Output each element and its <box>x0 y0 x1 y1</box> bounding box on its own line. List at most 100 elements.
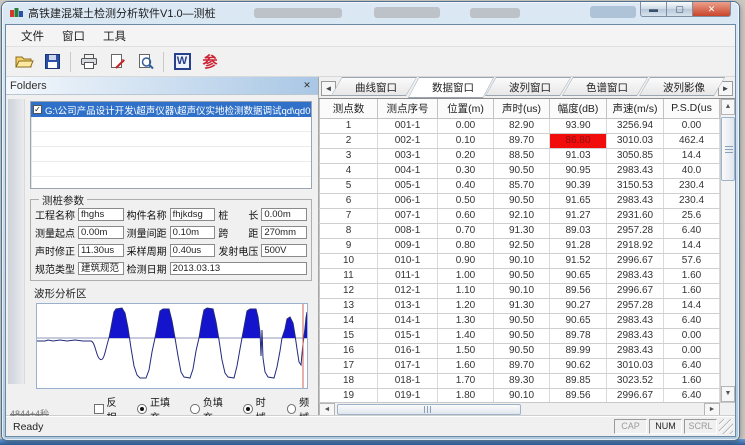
scroll-down-arrow[interactable]: ▼ <box>721 386 735 402</box>
table-row[interactable]: 10010-10.9090.1091.522996.6757.6 <box>320 253 720 268</box>
menu-item-tools[interactable]: 工具 <box>94 26 135 46</box>
table-cell: 14.4 <box>664 148 720 163</box>
time-correction-input[interactable]: 11.30us <box>78 244 124 257</box>
table-row[interactable]: 16016-11.5090.5089.992983.430.00 <box>320 343 720 358</box>
fill-positive-control[interactable]: 正填充 <box>137 394 178 416</box>
title-bar[interactable]: 高铁建混凝土检测分析软件V1.0—测桩 ▬ ▢ ✕ <box>2 2 739 23</box>
vertical-scrollbar[interactable]: ▲ ▼ <box>720 99 735 402</box>
table-header-cell[interactable]: 测点数 <box>320 99 378 118</box>
table-header-cell[interactable]: 声速(m/s) <box>607 99 664 118</box>
waveform-plot[interactable] <box>36 303 308 389</box>
table-row[interactable]: 12012-11.1090.1089.562996.671.60 <box>320 283 720 298</box>
table-cell: 6 <box>320 193 378 208</box>
scroll-up-arrow[interactable]: ▲ <box>721 99 735 115</box>
print-button[interactable] <box>75 50 103 74</box>
menu-item-window[interactable]: 窗口 <box>53 26 94 46</box>
time-domain-radio[interactable] <box>243 404 253 414</box>
horizontal-scroll-thumb[interactable] <box>337 404 521 415</box>
maximize-button[interactable]: ▢ <box>667 2 693 17</box>
tab-curve-window[interactable]: 曲线窗口 <box>331 77 417 96</box>
table-row[interactable]: 13013-11.2091.3090.272957.2814.4 <box>320 298 720 313</box>
table-header-cell[interactable]: 幅度(dB) <box>550 99 607 118</box>
table-row[interactable]: 9009-10.8092.5091.282918.9214.4 <box>320 238 720 253</box>
table-cell: 3 <box>320 148 378 163</box>
minimize-button[interactable]: ▬ <box>640 2 667 17</box>
menu-item-file[interactable]: 文件 <box>12 26 53 46</box>
component-name-label: 构件名称 <box>127 207 167 222</box>
invert-checkbox[interactable] <box>94 404 104 414</box>
measure-start-input[interactable]: 0.00m <box>78 226 124 239</box>
scroll-left-arrow[interactable]: ◄ <box>319 403 335 416</box>
fill-negative-control[interactable]: 负填充 <box>190 394 231 416</box>
span-input[interactable]: 270mm <box>261 226 307 239</box>
table-row[interactable]: 6006-10.5090.5091.652983.43230.4 <box>320 193 720 208</box>
time-domain-control[interactable]: 时域 <box>243 394 274 416</box>
standard-type-input[interactable]: 建筑规范 <box>78 262 124 275</box>
component-name-input[interactable]: fhjkdsg <box>170 208 216 221</box>
table-row[interactable]: 2002-10.1089.7086.803010.03462.4 <box>320 133 720 148</box>
table-row[interactable]: 17017-11.6089.7090.623010.036.40 <box>320 358 720 373</box>
measure-interval-input[interactable]: 0.10m <box>170 226 216 239</box>
table-row[interactable]: 15015-11.4090.5089.782983.430.00 <box>320 328 720 343</box>
pile-parameters-group: 测桩参数 工程名称 fhghs 构件名称 fhjkdsg 桩 长 0.00m 测… <box>30 199 312 281</box>
tab-data-window[interactable]: 数据窗口 <box>408 77 494 98</box>
table-row[interactable]: 3003-10.2088.5091.033050.8514.4 <box>320 148 720 163</box>
horizontal-scrollbar[interactable]: ◄ ► <box>319 402 735 416</box>
fill-positive-radio[interactable] <box>137 404 147 414</box>
table-cell: 2957.28 <box>607 223 664 238</box>
export-word-button[interactable]: W <box>168 50 196 74</box>
panel-close-icon[interactable]: ✕ <box>300 79 314 92</box>
test-date-label: 检测日期 <box>127 261 167 276</box>
close-button[interactable]: ✕ <box>693 2 731 17</box>
table-row[interactable]: 4004-10.3090.5090.952983.4340.0 <box>320 163 720 178</box>
save-floppy-icon <box>44 53 61 70</box>
table-cell: 0.10 <box>438 133 494 148</box>
table-row[interactable]: 18018-11.7089.3089.853023.521.60 <box>320 373 720 388</box>
parameters-button[interactable]: 参 <box>196 50 224 74</box>
table-cell: 10 <box>320 253 378 268</box>
voltage-input[interactable]: 500V <box>261 244 307 257</box>
scroll-track[interactable] <box>523 403 705 416</box>
freq-domain-radio[interactable] <box>287 404 297 414</box>
pile-length-input[interactable]: 0.00m <box>261 208 307 221</box>
table-row[interactable]: 8008-10.7091.3089.032957.286.40 <box>320 223 720 238</box>
table-cell: 91.28 <box>550 238 607 253</box>
invert-control[interactable]: 反相 <box>94 394 125 416</box>
table-header-cell[interactable]: 测点序号 <box>378 99 438 118</box>
print-preview-button[interactable] <box>131 50 159 74</box>
tab-bar: ◄ 曲线窗口 数据窗口 波列窗口 <box>319 77 735 99</box>
sample-period-input[interactable]: 0.40us <box>170 244 216 257</box>
save-button[interactable] <box>38 50 66 74</box>
folder-checkbox[interactable]: ✓ <box>33 105 42 114</box>
waveform-section-title: 波形分析区 <box>34 286 318 301</box>
table-row[interactable]: 19019-11.8090.1089.562996.676.40 <box>320 388 720 402</box>
fill-negative-radio[interactable] <box>190 404 200 414</box>
scroll-right-arrow[interactable]: ► <box>704 403 720 416</box>
resize-grip[interactable] <box>719 419 733 434</box>
table-row[interactable]: 7007-10.6092.1091.272931.6025.6 <box>320 208 720 223</box>
table-cell: 90.27 <box>550 298 607 313</box>
table-row[interactable]: 11011-11.0090.5090.652983.431.60 <box>320 268 720 283</box>
table-row[interactable]: 14014-11.3090.5090.652983.436.40 <box>320 313 720 328</box>
table-row[interactable]: 5005-10.4085.7090.393150.53230.4 <box>320 178 720 193</box>
table-header-cell[interactable]: P.S.D(us <box>664 99 720 118</box>
open-file-button[interactable] <box>10 50 38 74</box>
table-header-cell[interactable]: 位置(m) <box>438 99 494 118</box>
test-date-input[interactable]: 2013.03.13 <box>170 262 307 275</box>
vertical-scroll-thumb[interactable] <box>721 117 735 181</box>
folder-list[interactable]: ✓ G:\公司产品设计开发\超声仪器\超声仪实地检测数据调试qd\qd03\qd… <box>30 101 312 189</box>
table-cell: 2996.67 <box>607 283 664 298</box>
table-row[interactable]: 1001-10.0082.9093.903256.940.00 <box>320 118 720 133</box>
project-name-input[interactable]: fhghs <box>78 208 124 221</box>
table-header-cell[interactable]: 声时(us) <box>494 99 550 118</box>
table-cell: 90.10 <box>494 283 550 298</box>
tab-spectrum-window[interactable]: 色谱窗口 <box>562 77 648 96</box>
tab-wavetrain-image[interactable]: 波列影像 <box>639 77 725 96</box>
freq-domain-control[interactable]: 频域 <box>287 394 318 416</box>
table-cell: 1.10 <box>438 283 494 298</box>
data-table-container: 测点数 测点序号 位置(m) 声时(us) 幅度(dB) 声速(m/s) P.S… <box>319 99 735 402</box>
print-setup-button[interactable] <box>103 50 131 74</box>
folder-list-item[interactable]: ✓ G:\公司产品设计开发\超声仪器\超声仪实地检测数据调试qd\qd03\qd… <box>31 102 311 117</box>
folder-list-empty-row <box>31 147 311 162</box>
tab-wavetrain-window[interactable]: 波列窗口 <box>485 77 571 96</box>
